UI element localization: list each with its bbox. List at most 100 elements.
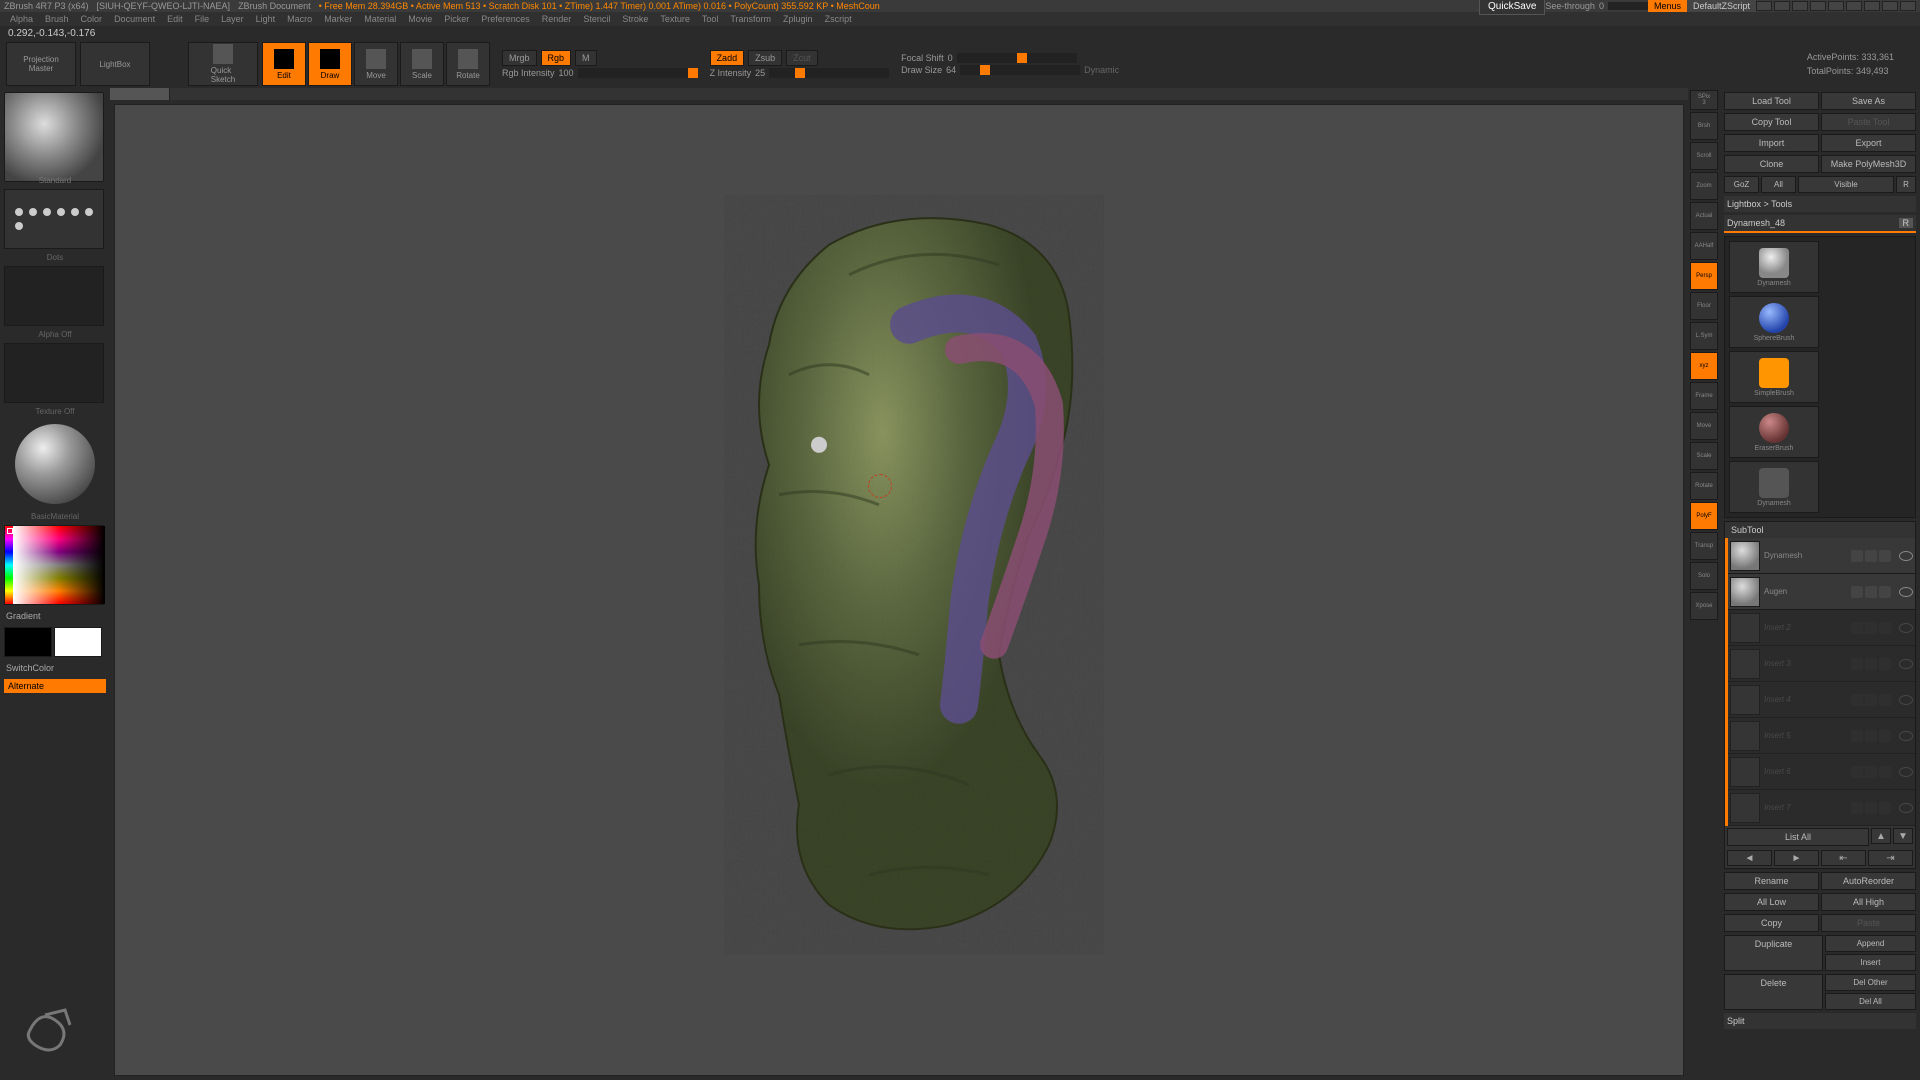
- default-script-button[interactable]: DefaultZScript: [1687, 0, 1756, 12]
- material-selector[interactable]: [15, 424, 95, 504]
- rgb-intensity-slider[interactable]: [578, 68, 698, 78]
- current-tool-header[interactable]: Dynamesh_48 R: [1724, 215, 1916, 233]
- subtool-item-1[interactable]: Augen: [1728, 574, 1915, 610]
- subtool-mode-icon[interactable]: [1879, 658, 1891, 670]
- subtool-mode-icon[interactable]: [1879, 766, 1891, 778]
- clone-button[interactable]: Clone: [1724, 155, 1819, 173]
- stroke-selector[interactable]: [4, 189, 104, 249]
- subtool-mode-icon[interactable]: [1879, 622, 1891, 634]
- alllow-button[interactable]: All Low: [1724, 893, 1819, 911]
- maximize-button[interactable]: [1882, 1, 1898, 11]
- menu-zplugin[interactable]: Zplugin: [779, 14, 817, 24]
- insert-button[interactable]: Insert: [1825, 954, 1916, 971]
- nav-4-button[interactable]: ⇥: [1868, 850, 1913, 866]
- win-btn-4[interactable]: [1810, 1, 1826, 11]
- subtool-mode-icon[interactable]: [1865, 694, 1877, 706]
- move-button[interactable]: Move: [354, 42, 398, 86]
- minimize-button[interactable]: [1864, 1, 1880, 11]
- import-button[interactable]: Import: [1724, 134, 1819, 152]
- duplicate-button[interactable]: Duplicate: [1724, 935, 1823, 971]
- menu-preferences[interactable]: Preferences: [477, 14, 534, 24]
- autoreorder-button[interactable]: AutoReorder: [1821, 872, 1916, 890]
- quicksave-button[interactable]: QuickSave: [1479, 0, 1545, 15]
- subtool-item-2[interactable]: Insert 2: [1728, 610, 1915, 646]
- zsub-toggle[interactable]: Zsub: [748, 50, 782, 66]
- save-as-button[interactable]: Save As: [1821, 92, 1916, 110]
- list-all-button[interactable]: List All: [1727, 828, 1869, 846]
- tool-item-eraserbrush[interactable]: EraserBrush: [1729, 406, 1819, 458]
- subtool-mode-icon[interactable]: [1879, 586, 1891, 598]
- menu-light[interactable]: Light: [252, 14, 280, 24]
- rail-transp-button[interactable]: Transp: [1690, 532, 1718, 560]
- rail-rotate-button[interactable]: Rotate: [1690, 472, 1718, 500]
- rail-move-button[interactable]: Move: [1690, 412, 1718, 440]
- focal-shift-slider[interactable]: [957, 53, 1077, 63]
- win-btn-1[interactable]: [1756, 1, 1772, 11]
- subtool-mode-icon[interactable]: [1851, 622, 1863, 634]
- load-tool-button[interactable]: Load Tool: [1724, 92, 1819, 110]
- visibility-eye-icon[interactable]: [1899, 587, 1913, 597]
- subtool-item-6[interactable]: Insert 6: [1728, 754, 1915, 790]
- rail-persp-button[interactable]: Persp: [1690, 262, 1718, 290]
- menu-file[interactable]: File: [191, 14, 214, 24]
- delall-button[interactable]: Del All: [1825, 993, 1916, 1010]
- menu-layer[interactable]: Layer: [217, 14, 248, 24]
- menu-movie[interactable]: Movie: [404, 14, 436, 24]
- rail-scroll-button[interactable]: Scroll: [1690, 142, 1718, 170]
- subtool-mode-icon[interactable]: [1851, 730, 1863, 742]
- rail-zoom-button[interactable]: Zoom: [1690, 172, 1718, 200]
- projection-master-button[interactable]: Projection Master: [6, 42, 76, 86]
- nav-3-button[interactable]: ⇤: [1821, 850, 1866, 866]
- goz-button[interactable]: GoZ: [1724, 176, 1759, 193]
- m-toggle[interactable]: M: [575, 50, 597, 66]
- export-button[interactable]: Export: [1821, 134, 1916, 152]
- rail-xyz-button[interactable]: xyz: [1690, 352, 1718, 380]
- gradient-toggle[interactable]: Gradient: [4, 609, 106, 623]
- paste-subtool-button[interactable]: Paste: [1821, 914, 1916, 932]
- subtool-mode-icon[interactable]: [1879, 802, 1891, 814]
- subtool-item-0[interactable]: Dynamesh: [1728, 538, 1915, 574]
- win-btn-5[interactable]: [1828, 1, 1844, 11]
- subtool-mode-icon[interactable]: [1879, 730, 1891, 742]
- draw-button[interactable]: Draw: [308, 42, 352, 86]
- spix-control[interactable]: SPix3: [1690, 90, 1718, 110]
- menu-material[interactable]: Material: [360, 14, 400, 24]
- document-tab[interactable]: [110, 88, 170, 100]
- visibility-eye-icon[interactable]: [1899, 623, 1913, 633]
- subtool-item-3[interactable]: Insert 3: [1728, 646, 1915, 682]
- subtool-mode-icon[interactable]: [1851, 802, 1863, 814]
- lightbox-tools-header[interactable]: Lightbox > Tools: [1724, 196, 1916, 212]
- menu-picker[interactable]: Picker: [440, 14, 473, 24]
- texture-selector[interactable]: [4, 343, 104, 403]
- menu-stencil[interactable]: Stencil: [579, 14, 614, 24]
- subtool-mode-icon[interactable]: [1879, 550, 1891, 562]
- color-picker[interactable]: [4, 525, 104, 605]
- visibility-eye-icon[interactable]: [1899, 731, 1913, 741]
- rail-polyf-button[interactable]: PolyF: [1690, 502, 1718, 530]
- visibility-eye-icon[interactable]: [1899, 803, 1913, 813]
- delete-button[interactable]: Delete: [1724, 974, 1823, 1010]
- menu-stroke[interactable]: Stroke: [618, 14, 652, 24]
- tool-item-simplebrush[interactable]: SimpleBrush: [1729, 351, 1819, 403]
- viewport[interactable]: [114, 104, 1684, 1076]
- subtool-mode-icon[interactable]: [1851, 550, 1863, 562]
- visibility-eye-icon[interactable]: [1899, 551, 1913, 561]
- delother-button[interactable]: Del Other: [1825, 974, 1916, 991]
- subtool-item-5[interactable]: Insert 5: [1728, 718, 1915, 754]
- subtool-mode-icon[interactable]: [1851, 658, 1863, 670]
- seethrough-control[interactable]: See-through 0: [1545, 1, 1648, 11]
- menu-transform[interactable]: Transform: [726, 14, 775, 24]
- subtool-mode-icon[interactable]: [1865, 622, 1877, 634]
- move-down-button[interactable]: ▼: [1893, 828, 1913, 844]
- subtool-mode-icon[interactable]: [1865, 730, 1877, 742]
- menu-tool[interactable]: Tool: [698, 14, 723, 24]
- rail-frame-button[interactable]: Frame: [1690, 382, 1718, 410]
- alternate-button[interactable]: Alternate: [4, 679, 106, 693]
- tool-item-spherebrush[interactable]: SphereBrush: [1729, 296, 1819, 348]
- draw-size-slider[interactable]: [960, 65, 1080, 75]
- win-btn-2[interactable]: [1774, 1, 1790, 11]
- menu-alpha[interactable]: Alpha: [6, 14, 37, 24]
- tool-item-dynamesh[interactable]: Dynamesh: [1729, 241, 1819, 293]
- subtool-item-4[interactable]: Insert 4: [1728, 682, 1915, 718]
- rail-scale-button[interactable]: Scale: [1690, 442, 1718, 470]
